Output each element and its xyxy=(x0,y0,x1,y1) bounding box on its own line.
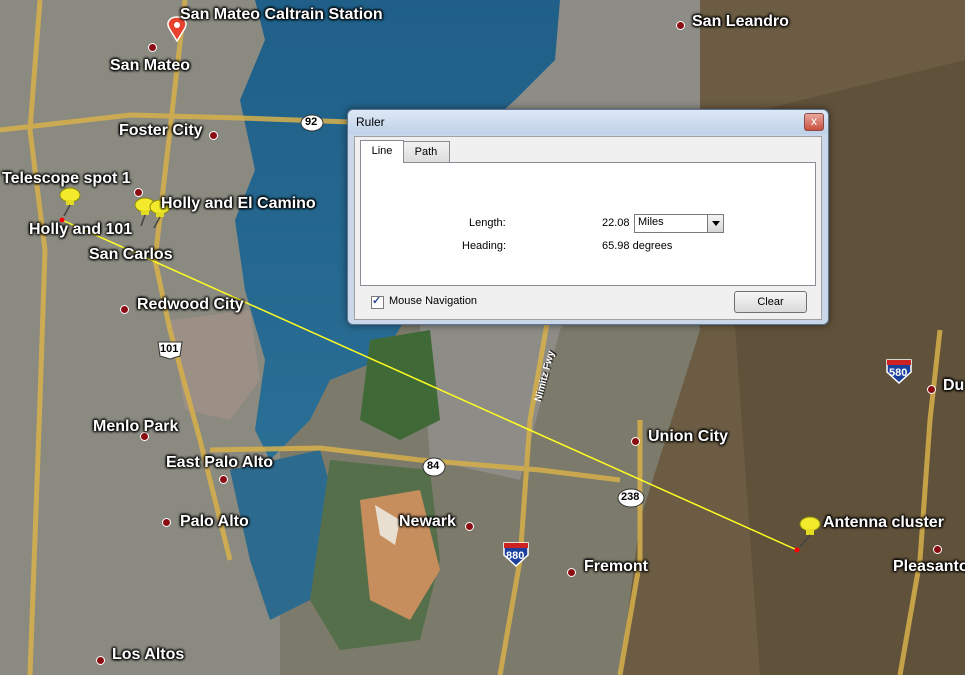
place-dot[interactable] xyxy=(933,545,942,554)
place-dot[interactable] xyxy=(148,43,157,52)
place-label[interactable]: Redwood City xyxy=(137,296,244,314)
place-dot[interactable] xyxy=(465,522,474,531)
place-label[interactable]: Foster City xyxy=(119,122,203,140)
place-label[interactable]: Menlo Park xyxy=(93,418,178,436)
interstate-580-label: 580 xyxy=(889,367,908,379)
place-label[interactable]: Telescope spot 1 xyxy=(2,170,131,188)
place-dot[interactable] xyxy=(96,656,105,665)
length-label: Length: xyxy=(469,217,506,229)
heading-label: Heading: xyxy=(462,240,507,252)
tab-path[interactable]: Path xyxy=(402,141,450,162)
place-label[interactable]: Union City xyxy=(648,428,728,446)
place-label[interactable]: Fremont xyxy=(584,558,648,576)
place-label[interactable]: San Mateo xyxy=(110,57,190,75)
route-238-label: 238 xyxy=(621,491,640,503)
place-dot[interactable] xyxy=(567,568,576,577)
clear-button[interactable]: Clear xyxy=(734,291,807,313)
place-label[interactable]: San Carlos xyxy=(89,246,173,264)
place-label[interactable]: Newark xyxy=(399,513,456,531)
place-label[interactable]: Los Altos xyxy=(112,646,184,664)
place-label[interactable]: Palo Alto xyxy=(180,513,249,531)
route-92-label: 92 xyxy=(305,116,318,128)
satellite-map[interactable] xyxy=(0,0,965,675)
close-button[interactable]: x xyxy=(804,113,824,131)
place-dot[interactable] xyxy=(676,21,685,30)
place-dot[interactable] xyxy=(120,305,129,314)
tab-line[interactable]: Line xyxy=(360,140,404,163)
place-dot[interactable] xyxy=(209,131,218,140)
place-dot[interactable] xyxy=(219,475,228,484)
mouse-navigation-label: Mouse Navigation xyxy=(389,295,478,307)
ruler-title: Ruler xyxy=(356,115,385,129)
unit-select[interactable]: Miles xyxy=(634,214,724,233)
close-icon: x xyxy=(811,114,817,128)
length-value: 22.08 xyxy=(602,217,630,229)
interstate-880-label: 880 xyxy=(506,550,525,562)
pushpin-icon[interactable] xyxy=(796,515,824,547)
place-label[interactable]: San Mateo Caltrain Station xyxy=(180,6,383,24)
place-label[interactable]: East Palo Alto xyxy=(166,454,273,472)
ruler-titlebar[interactable]: Ruler x xyxy=(348,110,828,134)
place-dot[interactable] xyxy=(927,385,936,394)
place-dot[interactable] xyxy=(134,188,143,197)
place-label[interactable]: Holly and El Camino xyxy=(161,195,316,213)
heading-value: 65.98 degrees xyxy=(602,240,673,252)
chevron-down-icon[interactable] xyxy=(707,215,723,232)
place-label[interactable]: San Leandro xyxy=(692,13,789,31)
ruler-dialog: Ruler x Line Path Length: 22.08 Miles He… xyxy=(347,109,829,325)
place-dot[interactable] xyxy=(162,518,171,527)
mouse-navigation-checkbox[interactable] xyxy=(371,294,384,309)
route-101-label: 101 xyxy=(160,343,179,355)
pushpin-icon[interactable] xyxy=(56,186,84,216)
place-dot[interactable] xyxy=(631,437,640,446)
ruler-body: Line Path Length: 22.08 Miles Heading: 6… xyxy=(354,136,822,320)
unit-value: Miles xyxy=(638,216,664,228)
place-label[interactable]: Holly and 101 xyxy=(29,221,132,239)
route-84-label: 84 xyxy=(427,460,440,472)
place-label[interactable]: Pleasanto xyxy=(893,558,965,576)
place-label[interactable]: Du xyxy=(943,377,964,395)
tab-panel-line: Length: 22.08 Miles Heading: 65.98 degre… xyxy=(360,162,816,286)
place-label[interactable]: Antenna cluster xyxy=(823,514,944,532)
